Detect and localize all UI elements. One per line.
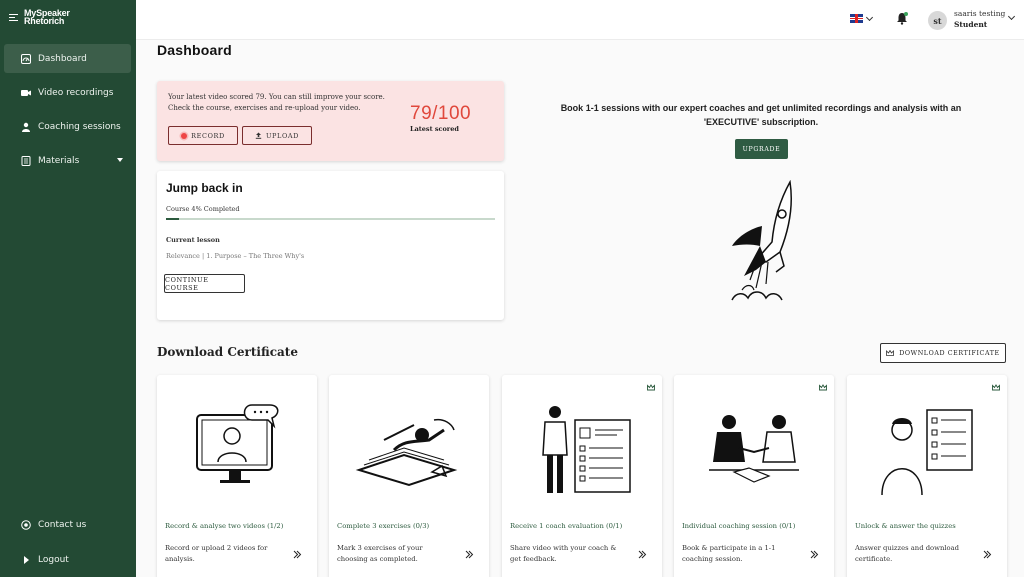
course-progress-bar: [166, 218, 495, 220]
certificate-step-card[interactable]: Receive 1 coach evaluation (0/1) Share v…: [502, 375, 662, 577]
upsell-text: Book 1-1 sessions with our expert coache…: [560, 103, 962, 127]
logout-icon: [24, 555, 29, 564]
sidebar-item-label: Coaching sessions: [38, 121, 121, 132]
chevron-right-icon[interactable]: [810, 550, 819, 559]
book-icon: [21, 155, 31, 166]
step-description: Record or upload 2 videos for analysis.: [165, 544, 268, 563]
score-message: Your latest video scored 79. You can sti…: [168, 93, 385, 112]
step-description: Book & participate in a 1-1 coaching ses…: [682, 544, 776, 563]
chevron-right-icon[interactable]: [465, 550, 474, 559]
chevron-down-icon: [117, 158, 123, 162]
download-certificate-button[interactable]: DOWNLOAD CERTIFICATE: [880, 343, 1006, 363]
sidebar-item-label: Logout: [38, 554, 69, 565]
current-lesson-label: Current lesson: [166, 236, 220, 244]
video-call-illustration: [196, 404, 279, 483]
record-icon: [181, 132, 188, 139]
video-camera-icon: [21, 89, 31, 96]
step-title: Individual coaching session (0/1): [682, 522, 796, 530]
user-role: Student: [954, 20, 988, 29]
step-description: Mark 3 exercises of your choosing as com…: [337, 544, 423, 563]
coach-evaluation-illustration: [542, 406, 631, 493]
crown-icon: [647, 384, 655, 391]
top-bar: st saaris testing Student: [136, 0, 1024, 40]
sidebar-item-materials[interactable]: Materials: [4, 146, 131, 175]
certificate-step-card[interactable]: Record & analyse two videos (1/2) Record…: [157, 375, 317, 577]
sidebar-item-label: Contact us: [38, 519, 87, 530]
certificate-step-card[interactable]: Individual coaching session (0/1) Book &…: [674, 375, 834, 577]
rocket-illustration: [731, 180, 793, 301]
step-title: Unlock & answer the quizzes: [855, 522, 956, 530]
certificate-step-card[interactable]: Unlock & answer the quizzes Answer quizz…: [847, 375, 1007, 577]
sidebar-item-label: Video recordings: [38, 87, 114, 98]
chevron-right-icon[interactable]: [293, 550, 302, 559]
jump-back-title: Jump back in: [166, 181, 243, 195]
step-title: Record & analyse two videos (1/2): [165, 522, 284, 530]
latest-score-caption: Latest scored: [410, 125, 459, 133]
crown-icon: [886, 350, 895, 356]
avatar[interactable]: st: [928, 11, 947, 30]
sidebar-item-contact-us[interactable]: Contact us: [4, 510, 131, 539]
chevron-down-icon[interactable]: [865, 13, 874, 22]
latest-score-card: Your latest video scored 79. You can sti…: [157, 81, 504, 161]
brand-line-2: Rhetorich: [24, 16, 65, 26]
certificate-title: Download Certificate: [157, 345, 298, 359]
sidebar-item-logout[interactable]: Logout: [4, 545, 131, 574]
crown-icon: [992, 384, 1000, 391]
step-title: Receive 1 coach evaluation (0/1): [510, 522, 623, 530]
sidebar-item-dashboard[interactable]: Dashboard: [4, 44, 131, 73]
sidebar-item-video-recordings[interactable]: Video recordings: [4, 78, 131, 107]
sidebar-item-label: Dashboard: [38, 53, 87, 64]
page-title: Dashboard: [157, 42, 232, 58]
dashboard-icon: [21, 53, 31, 64]
continue-course-button[interactable]: CONTINUE COURSE: [164, 274, 245, 293]
certificate-step-card[interactable]: Complete 3 exercises (0/3) Mark 3 exerci…: [329, 375, 489, 577]
user-menu-chevron-icon[interactable]: [1007, 12, 1016, 21]
reading-book-illustration: [355, 418, 458, 487]
jump-back-card: Jump back in Course 4% Completed Current…: [157, 171, 504, 320]
user-name[interactable]: saaris testing: [954, 9, 1005, 18]
step-title: Complete 3 exercises (0/3): [337, 522, 430, 530]
chat-icon: [21, 519, 31, 530]
chevron-right-icon[interactable]: [983, 550, 992, 559]
upload-icon: [255, 132, 262, 139]
menu-icon[interactable]: [9, 13, 18, 21]
step-description: Share video with your coach & get feedba…: [510, 544, 617, 563]
current-lesson-value[interactable]: Relevance | 1. Purpose – The Three Why's: [166, 252, 304, 260]
notification-bell-icon[interactable]: [896, 12, 908, 25]
sidebar-item-coaching-sessions[interactable]: Coaching sessions: [4, 112, 131, 141]
record-button[interactable]: RECORD: [168, 126, 238, 145]
sidebar-item-label: Materials: [38, 155, 80, 166]
uk-flag-icon[interactable]: [850, 14, 863, 23]
crown-icon: [819, 384, 827, 391]
quiz-illustration: [881, 409, 973, 496]
sidebar: MySpeaker Rhetorich Dashboard Video reco…: [0, 0, 136, 577]
step-description: Answer quizzes and download certificate.: [855, 544, 960, 563]
coaching-session-illustration: [709, 415, 799, 483]
people-icon: [22, 122, 30, 132]
chevron-right-icon[interactable]: [638, 550, 647, 559]
upload-button[interactable]: UPLOAD: [242, 126, 312, 145]
latest-score-value: 79/100: [410, 103, 472, 124]
course-progress-label: Course 4% Completed: [166, 205, 240, 213]
brand-logo[interactable]: MySpeaker Rhetorich: [9, 9, 70, 26]
upgrade-button[interactable]: UPGRADE: [735, 139, 788, 159]
course-progress-fill: [166, 218, 180, 220]
